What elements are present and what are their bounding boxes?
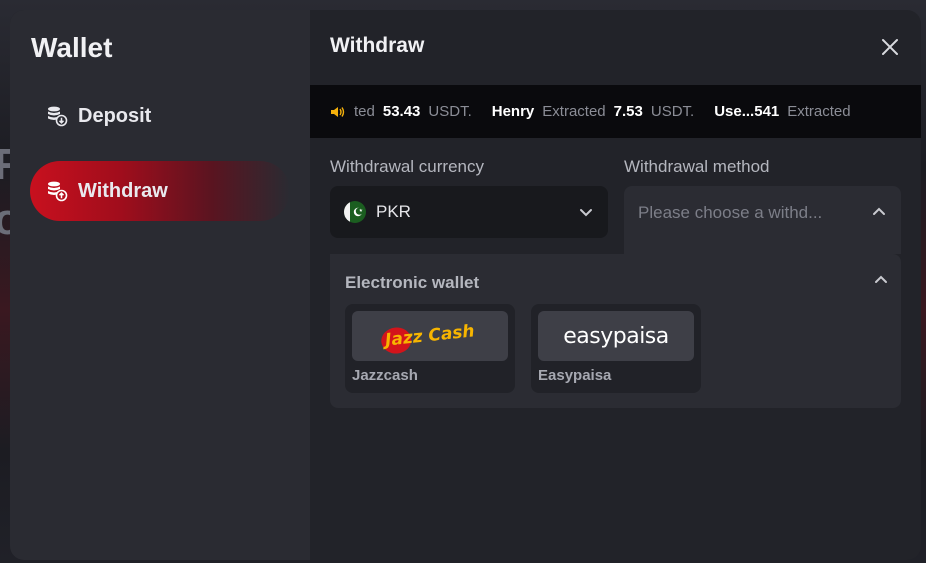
method-placeholder: Please choose a withd... <box>638 203 823 222</box>
withdraw-panel: Withdraw ted 53.43 USDT. Henry Extracted… <box>310 10 921 560</box>
wallet-modal: Wallet Deposit Withdraw Withdraw ted 53.… <box>10 10 921 560</box>
close-icon[interactable] <box>879 36 901 58</box>
wallet-sidebar: Wallet Deposit Withdraw <box>10 10 310 560</box>
ticker-amount: 7.53 <box>613 103 643 120</box>
chevron-up-icon <box>871 204 887 220</box>
wallet-option-jazzcash[interactable]: Jazz Cash Jazzcash <box>345 304 515 393</box>
pakistan-flag-icon <box>344 201 366 223</box>
sidebar-title: Wallet <box>31 32 113 63</box>
method-label: Withdrawal method <box>624 157 770 176</box>
ticker-currency: USDT. <box>650 103 695 120</box>
chevron-up-icon[interactable] <box>873 272 889 288</box>
wallet-option-easypaisa[interactable]: easypaisa Easypaisa <box>531 304 701 393</box>
ticker-currency: USDT. <box>428 103 472 120</box>
jazzcash-logo: Jazz Cash <box>352 311 508 361</box>
coins-deposit-icon <box>46 105 68 127</box>
sidebar-item-deposit[interactable]: Deposit <box>30 86 290 146</box>
currency-select[interactable]: PKR <box>330 186 608 238</box>
withdrawal-ticker: ted 53.43 USDT. Henry Extracted 7.53 USD… <box>310 85 921 138</box>
method-select[interactable]: Please choose a withd... <box>624 186 901 254</box>
ticker-action: Extracted <box>787 103 851 120</box>
page-title: Withdraw <box>330 34 425 57</box>
currency-label: Withdrawal currency <box>330 157 484 176</box>
sidebar-item-withdraw[interactable]: Withdraw <box>30 161 290 221</box>
easypaisa-logo: easypaisa <box>538 311 694 361</box>
sidebar-item-label: Withdraw <box>78 179 168 202</box>
ticker-amount: 53.43 <box>382 103 421 120</box>
electronic-wallet-panel: Electronic wallet Jazz Cash Jazzcash eas… <box>330 254 901 408</box>
currency-value: PKR <box>376 202 411 221</box>
ticker-action: Extracted <box>542 103 606 120</box>
ticker-user: Henry <box>491 103 535 120</box>
chevron-down-icon <box>578 204 594 220</box>
wallet-option-label: Easypaisa <box>538 367 612 384</box>
speaker-icon <box>330 104 346 120</box>
coins-withdraw-icon <box>46 180 68 202</box>
ticker-user: Use...541 <box>714 103 780 120</box>
sidebar-item-label: Deposit <box>78 104 152 127</box>
ticker-action: ted <box>354 103 375 120</box>
wallet-option-label: Jazzcash <box>352 367 418 384</box>
electronic-wallet-title: Electronic wallet <box>345 273 480 292</box>
